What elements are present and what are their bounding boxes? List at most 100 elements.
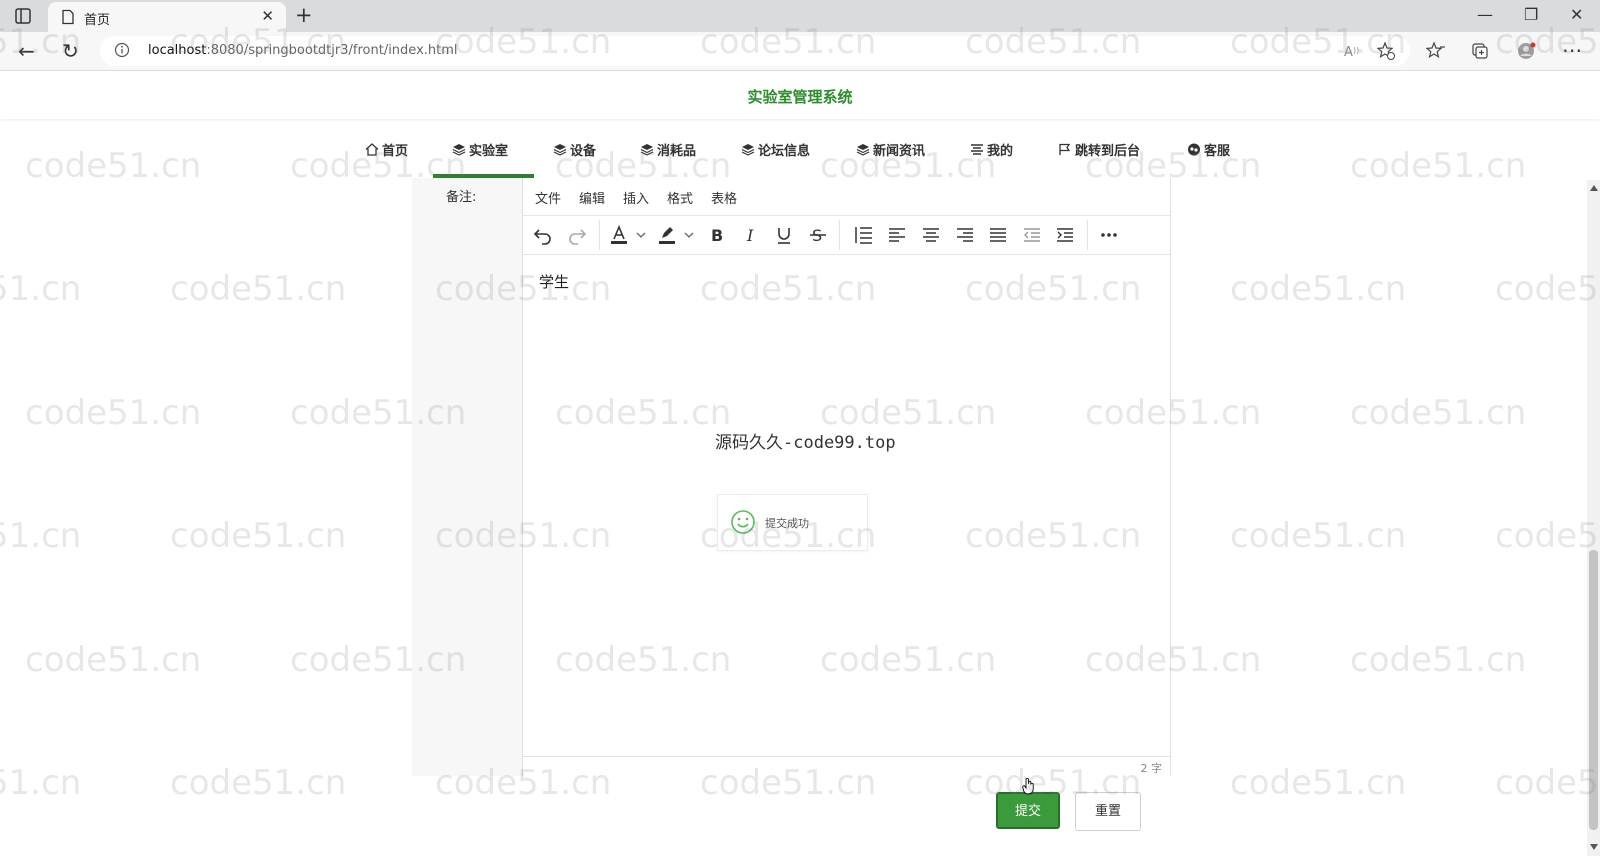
nav-item-home[interactable]: 首页 [365,140,408,159]
underline-icon[interactable] [774,225,794,245]
profile-avatar-icon[interactable] [1516,41,1536,61]
smile-icon [731,510,755,534]
list-icon [971,144,983,155]
layers-icon [741,144,755,156]
nav-item-lab[interactable]: 实验室 [452,140,508,159]
rich-text-editor[interactable]: 文件 编辑 插入 格式 表格 B I S 学生 2 字 [522,178,1171,776]
collections-icon[interactable] [1470,41,1490,61]
editor-statusbar: 2 字 [523,756,1170,777]
line-height-icon[interactable] [853,225,873,245]
watermark-text: code51.cn [170,763,347,803]
site-overlay-text: 源码久久-code99.top [715,433,896,453]
info-icon[interactable] [114,42,130,58]
toolbar-separator [599,220,600,250]
undo-icon[interactable] [533,225,553,245]
strikethrough-icon[interactable]: S [808,225,828,245]
italic-icon[interactable]: I [741,225,761,245]
scroll-thumb[interactable] [1589,550,1598,830]
watermark-text: code51.cn [1230,763,1407,803]
align-center-icon[interactable] [921,225,941,245]
sidebar-toggle-icon[interactable] [14,7,32,25]
nav-item-news[interactable]: 新闻资讯 [856,140,925,159]
remark-label: 备注: [446,190,477,205]
menu-table[interactable]: 表格 [711,188,737,207]
more-menu-icon[interactable]: ⋯ [1562,38,1582,62]
scroll-up-icon[interactable] [1590,185,1598,191]
nav-item-forum[interactable]: 论坛信息 [741,140,810,159]
editor-content[interactable]: 学生 [539,271,569,292]
watermark-text: code51.cn [170,269,347,309]
watermark-text: code51.cn [1350,393,1527,433]
submit-button[interactable]: 提交 [996,792,1060,829]
watermark-text: code51.cn [170,516,347,556]
tab-title: 首页 [84,13,111,28]
redo-icon[interactable] [567,225,587,245]
align-left-icon[interactable] [887,225,907,245]
watermark-text: code51.cn [25,640,202,680]
nav-item-mine[interactable]: 我的 [970,140,1013,159]
page-scrollbar[interactable] [1587,180,1600,856]
chevron-down-icon[interactable] [683,225,695,245]
toolbar-separator [839,220,840,250]
chevron-down-icon[interactable] [635,225,647,245]
read-aloud-icon[interactable]: A )) [1342,41,1362,61]
form-label-column [412,178,522,776]
watermark-text: code51.cn [1495,269,1600,309]
main-nav: 首页 实验室 设备 消耗品 论坛信息 新闻资讯 我的 跳转到后台 客服 [0,122,1590,178]
nav-item-consumables[interactable]: 消耗品 [640,140,696,159]
hand-cursor-icon [1022,777,1034,795]
menu-insert[interactable]: 插入 [623,188,649,207]
window-close-icon[interactable]: ✕ [1570,5,1583,24]
svg-text:I: I [746,226,754,245]
address-bar-row: ← ↻ localhost:8080/springbootdtjr3/front… [0,32,1600,71]
menu-file[interactable]: 文件 [535,188,561,207]
word-count: 2 字 [1140,762,1163,775]
minimize-icon[interactable]: — [1477,5,1493,24]
more-toolbar-icon[interactable] [1099,225,1119,245]
align-right-icon[interactable] [955,225,975,245]
address-bar[interactable]: localhost:8080/springbootdtjr3/front/ind… [100,36,1410,66]
align-justify-icon[interactable] [988,225,1008,245]
success-toast: 提交成功 [717,494,868,551]
add-favorite-icon[interactable] [1376,41,1396,61]
highlight-color-icon[interactable] [657,225,677,245]
browser-tab[interactable]: 首页 ✕ [48,2,286,32]
back-icon[interactable]: ← [18,39,35,63]
layers-icon [452,144,466,156]
nav-item-service[interactable]: 客服 [1187,140,1230,159]
indent-icon[interactable] [1055,225,1075,245]
menu-edit[interactable]: 编辑 [579,188,605,207]
browser-tab-strip: 首页 ✕ + — ❐ ✕ [0,0,1600,32]
nav-item-equipment[interactable]: 设备 [553,140,596,159]
editor-menubar: 文件 编辑 插入 格式 表格 [523,178,1170,216]
watermark-text: code51.cn [0,763,82,803]
toast-message: 提交成功 [765,517,809,530]
site-header: 实验室管理系统 [0,71,1600,119]
home-icon [365,143,379,156]
svg-text:A: A [1344,45,1353,60]
bold-icon[interactable]: B [707,225,727,245]
url-text: localhost:8080/springbootdtjr3/front/ind… [148,43,458,58]
menu-format[interactable]: 格式 [667,188,693,207]
layers-icon [856,144,870,156]
watermark-text: code51.cn [0,516,82,556]
outdent-icon[interactable] [1022,225,1042,245]
new-tab-button[interactable]: + [295,3,313,27]
chat-icon [1188,143,1200,156]
flag-icon [1059,143,1071,155]
site-title: 实验室管理系统 [747,88,853,106]
nav-item-backend[interactable]: 跳转到后台 [1058,140,1140,159]
refresh-icon[interactable]: ↻ [62,39,79,63]
watermark-text: code51.cn [1495,763,1600,803]
svg-text:)): )) [1353,46,1359,55]
svg-text:B: B [711,226,723,245]
scroll-down-icon[interactable] [1590,844,1598,850]
close-tab-icon[interactable]: ✕ [261,7,274,25]
restore-icon[interactable]: ❐ [1524,5,1538,24]
watermark-text: code51.cn [0,269,82,309]
reset-button[interactable]: 重置 [1075,792,1141,831]
favorites-icon[interactable] [1426,41,1446,61]
layers-icon [553,144,567,156]
editor-toolbar: B I S [523,216,1170,255]
text-color-icon[interactable] [609,224,629,245]
